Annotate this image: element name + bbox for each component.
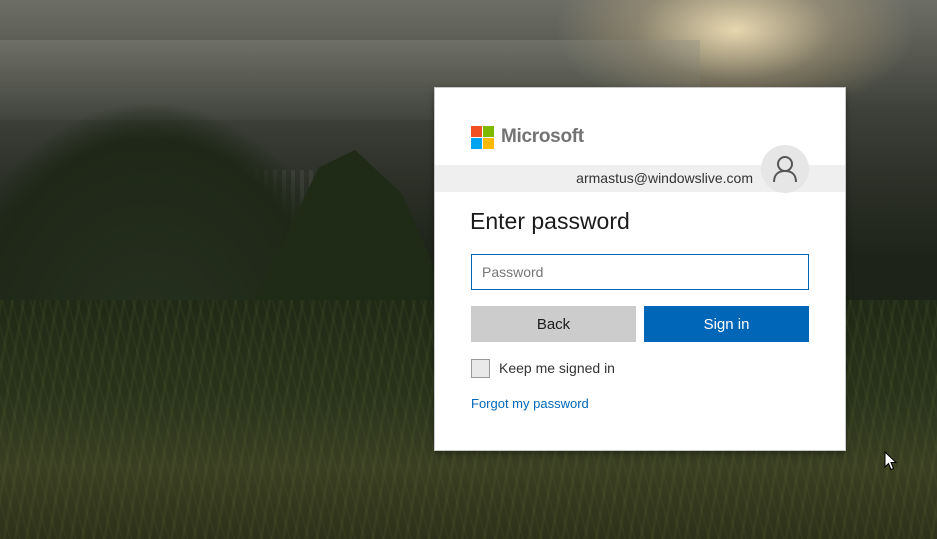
microsoft-logo-icon bbox=[471, 125, 494, 149]
page-title: Enter password bbox=[470, 208, 630, 234]
password-input[interactable] bbox=[471, 254, 809, 290]
keep-signed-in-row[interactable]: Keep me signed in bbox=[471, 358, 615, 378]
user-icon bbox=[773, 156, 797, 183]
sign-in-dialog: Microsoft armastus@windowslive.com Enter… bbox=[434, 87, 846, 451]
mouse-cursor-icon bbox=[884, 451, 898, 471]
back-button[interactable]: Back bbox=[471, 306, 636, 342]
logo-wordmark: Microsoft bbox=[501, 126, 584, 147]
keep-signed-in-checkbox[interactable] bbox=[471, 358, 490, 378]
microsoft-logo: Microsoft bbox=[471, 125, 584, 149]
keep-signed-in-label[interactable]: Keep me signed in bbox=[499, 360, 615, 376]
avatar bbox=[761, 145, 809, 193]
account-email: armastus@windowslive.com bbox=[576, 170, 753, 186]
sign-in-button[interactable]: Sign in bbox=[644, 306, 809, 342]
forgot-password-link[interactable]: Forgot my password bbox=[471, 396, 589, 411]
